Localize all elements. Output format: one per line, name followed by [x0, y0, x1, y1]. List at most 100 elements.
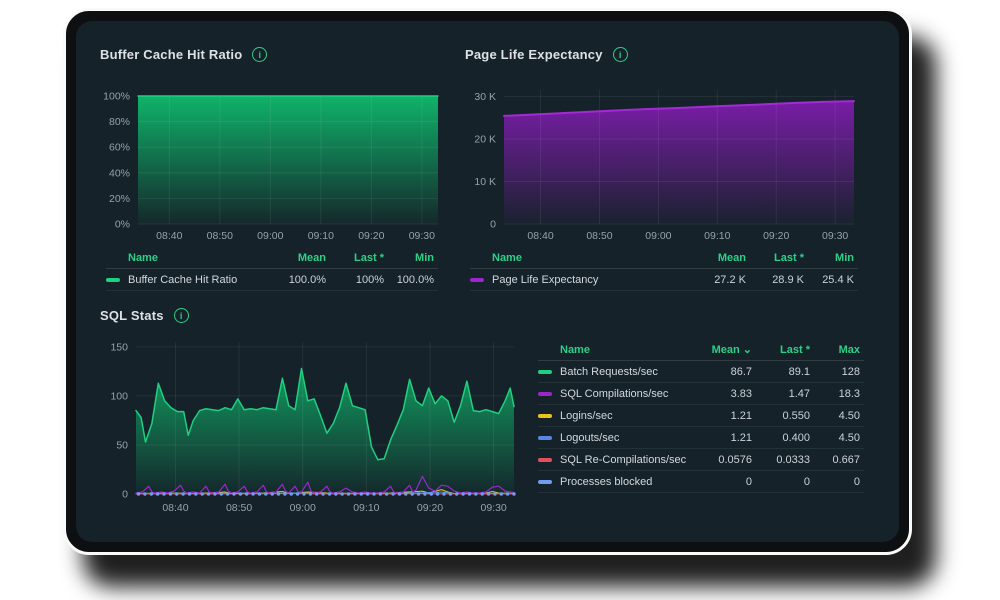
series-stat-value: 89.1: [752, 366, 810, 378]
series-stat-value: 4.50: [810, 410, 860, 422]
legend-header-row: NameMeanLast *Min: [106, 247, 438, 269]
legend-column-header[interactable]: Max: [810, 344, 860, 356]
series-stat-value: 0.0576: [688, 454, 752, 466]
legend-row[interactable]: SQL Compilations/sec3.831.4718.3: [538, 383, 864, 405]
svg-text:09:00: 09:00: [645, 230, 671, 242]
svg-text:08:40: 08:40: [527, 230, 553, 242]
series-stat-value: 86.7: [688, 366, 752, 378]
svg-text:08:40: 08:40: [156, 230, 182, 242]
series-stat-value: 1.21: [688, 432, 752, 444]
legend-column-header[interactable]: Min: [384, 252, 434, 264]
legend-row[interactable]: Batch Requests/sec86.789.1128: [538, 361, 864, 383]
legend-table-sql-stats: NameMean ⌄Last *MaxBatch Requests/sec86.…: [538, 339, 864, 493]
info-icon[interactable]: i: [174, 308, 189, 323]
series-color-marker: [538, 370, 560, 374]
series-name: Page Life Expectancy: [492, 274, 682, 286]
page-life-chart[interactable]: 010 K20 K30 K08:4008:5009:0009:1009:2009…: [450, 84, 860, 246]
series-name: Logouts/sec: [560, 432, 688, 444]
legend-column-header[interactable]: Min: [804, 252, 854, 264]
series-stat-value: 1.47: [752, 388, 810, 400]
svg-text:40%: 40%: [109, 167, 130, 179]
panel-title-text: Page Life Expectancy: [465, 47, 603, 62]
legend-row[interactable]: Logins/sec1.210.5504.50: [538, 405, 864, 427]
svg-text:150: 150: [110, 341, 128, 353]
svg-text:20%: 20%: [109, 193, 130, 205]
legend-column-header[interactable]: Mean ⌄: [688, 343, 752, 356]
series-color-marker: [538, 436, 560, 440]
svg-text:10 K: 10 K: [474, 176, 496, 188]
series-stat-value: 128: [810, 366, 860, 378]
series-stat-value: 100%: [326, 274, 384, 286]
legend-column-header-name[interactable]: Name: [560, 344, 688, 356]
series-stat-value: 0: [810, 476, 860, 488]
series-stat-value: 4.50: [810, 432, 860, 444]
legend-column-header[interactable]: Mean: [682, 252, 746, 264]
svg-text:50: 50: [116, 439, 128, 451]
svg-text:08:50: 08:50: [226, 502, 252, 514]
series-stat-value: 0: [688, 476, 752, 488]
svg-text:08:50: 08:50: [207, 230, 233, 242]
legend-header-row: NameMean ⌄Last *Max: [538, 339, 864, 361]
svg-text:08:50: 08:50: [586, 230, 612, 242]
info-icon[interactable]: i: [252, 47, 267, 62]
page: { "colors": { "dashboard_bg": "#152229",…: [0, 0, 1000, 600]
series-name: SQL Re-Compilations/sec: [560, 454, 688, 466]
series-stat-value: 0.400: [752, 432, 810, 444]
svg-text:80%: 80%: [109, 116, 130, 128]
svg-text:09:30: 09:30: [822, 230, 848, 242]
series-stat-value: 1.21: [688, 410, 752, 422]
legend-row[interactable]: Buffer Cache Hit Ratio100.0%100%100.0%: [106, 269, 438, 291]
svg-text:60%: 60%: [109, 142, 130, 154]
legend-column-header[interactable]: Last *: [752, 344, 810, 356]
series-name: Batch Requests/sec: [560, 366, 688, 378]
svg-text:09:10: 09:10: [308, 230, 334, 242]
svg-text:100: 100: [110, 390, 128, 402]
legend-table-buffer-cache: NameMeanLast *MinBuffer Cache Hit Ratio1…: [106, 247, 438, 291]
series-stat-value: 27.2 K: [682, 274, 746, 286]
series-color-marker: [538, 458, 560, 462]
svg-text:09:20: 09:20: [358, 230, 384, 242]
panel-title-page-life: Page Life Expectancy i: [465, 47, 628, 62]
series-color-marker: [538, 392, 560, 396]
svg-text:09:30: 09:30: [409, 230, 435, 242]
series-stat-value: 100.0%: [262, 274, 326, 286]
svg-text:09:00: 09:00: [290, 502, 316, 514]
sql-stats-chart[interactable]: 05010015008:4008:5009:0009:1009:2009:30: [92, 330, 520, 518]
buffer-cache-chart[interactable]: 0%20%40%60%80%100%08:4008:5009:0009:1009…: [92, 84, 444, 246]
svg-text:0: 0: [122, 489, 128, 501]
svg-text:09:10: 09:10: [704, 230, 730, 242]
dashboard: Buffer Cache Hit Ratio i 0% 20% 40% 60% 80% 1…: [76, 21, 899, 542]
series-name: SQL Compilations/sec: [560, 388, 688, 400]
panel-title-buffer-cache: Buffer Cache Hit Ratio i: [100, 47, 267, 62]
svg-text:09:20: 09:20: [763, 230, 789, 242]
svg-text:09:00: 09:00: [257, 230, 283, 242]
panel-title-text: Buffer Cache Hit Ratio: [100, 47, 242, 62]
legend-row[interactable]: Processes blocked000: [538, 471, 864, 493]
legend-column-header[interactable]: Mean: [262, 252, 326, 264]
legend-column-header-name[interactable]: Name: [492, 252, 682, 264]
series-stat-value: 0.667: [810, 454, 860, 466]
series-stat-value: 25.4 K: [804, 274, 854, 286]
panel-title-text: SQL Stats: [100, 308, 164, 323]
legend-column-header[interactable]: Last *: [326, 252, 384, 264]
series-stat-value: 0.550: [752, 410, 810, 422]
legend-row[interactable]: SQL Re-Compilations/sec0.05760.03330.667: [538, 449, 864, 471]
legend-column-header-name[interactable]: Name: [128, 252, 262, 264]
series-stat-value: 0.0333: [752, 454, 810, 466]
series-stat-value: 28.9 K: [746, 274, 804, 286]
svg-text:0: 0: [490, 219, 496, 231]
legend-row[interactable]: Logouts/sec1.210.4004.50: [538, 427, 864, 449]
series-color-marker: [538, 480, 560, 484]
window-frame: Buffer Cache Hit Ratio i 0% 20% 40% 60% 80% 1…: [63, 8, 912, 555]
series-stat-value: 100.0%: [384, 274, 434, 286]
series-stat-value: 0: [752, 476, 810, 488]
legend-column-header[interactable]: Last *: [746, 252, 804, 264]
series-color-marker: [470, 278, 492, 282]
series-stat-value: 18.3: [810, 388, 860, 400]
series-color-marker: [106, 278, 128, 282]
svg-text:30 K: 30 K: [474, 91, 496, 103]
svg-text:0%: 0%: [115, 219, 130, 231]
info-icon[interactable]: i: [613, 47, 628, 62]
legend-row[interactable]: Page Life Expectancy27.2 K28.9 K25.4 K: [470, 269, 858, 291]
svg-text:09:30: 09:30: [480, 502, 506, 514]
